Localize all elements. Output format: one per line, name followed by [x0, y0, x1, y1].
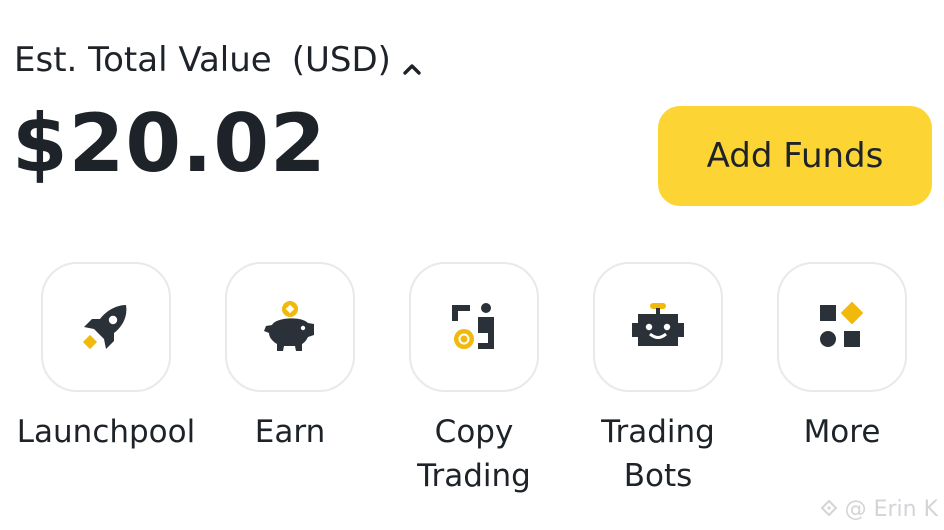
shortcut-label: More	[803, 414, 881, 450]
balance-currency: (USD)	[291, 40, 391, 80]
shortcut-trading-bots[interactable]: Trading Bots	[566, 262, 750, 498]
shortcut-tile[interactable]	[409, 262, 539, 392]
add-funds-button[interactable]: Add Funds	[658, 106, 932, 206]
shortcut-earn[interactable]: Earn	[198, 262, 382, 454]
shortcut-label: Trading Bots	[601, 414, 715, 494]
chevron-up-icon[interactable]	[401, 49, 423, 75]
watermark: @ Erin K	[817, 497, 938, 522]
shortcut-more[interactable]: More	[750, 262, 934, 454]
more-grid-icon	[820, 301, 864, 347]
piggy-bank-icon	[264, 301, 314, 351]
balance-header[interactable]: Est. Total Value (USD)	[14, 40, 423, 80]
shortcut-tile[interactable]	[777, 262, 907, 392]
balance-value: $20.02	[12, 97, 327, 190]
robot-icon	[632, 303, 684, 346]
shortcut-label: Copy Trading	[417, 414, 531, 494]
shortcut-launchpool[interactable]: Launchpool	[14, 262, 198, 454]
shortcut-label: Earn	[254, 414, 326, 450]
shortcut-tile[interactable]	[225, 262, 355, 392]
rocket-icon	[82, 305, 127, 350]
copy-trading-icon	[452, 303, 494, 349]
shortcut-label: Launchpool	[16, 414, 196, 450]
watermark-logo-icon	[820, 499, 837, 516]
shortcut-tile[interactable]	[41, 262, 171, 392]
balance-label: Est. Total Value	[14, 40, 272, 80]
shortcut-copy-trading[interactable]: Copy Trading	[382, 262, 566, 498]
shortcut-tile[interactable]	[593, 262, 723, 392]
watermark-text: @ Erin K	[844, 497, 938, 522]
